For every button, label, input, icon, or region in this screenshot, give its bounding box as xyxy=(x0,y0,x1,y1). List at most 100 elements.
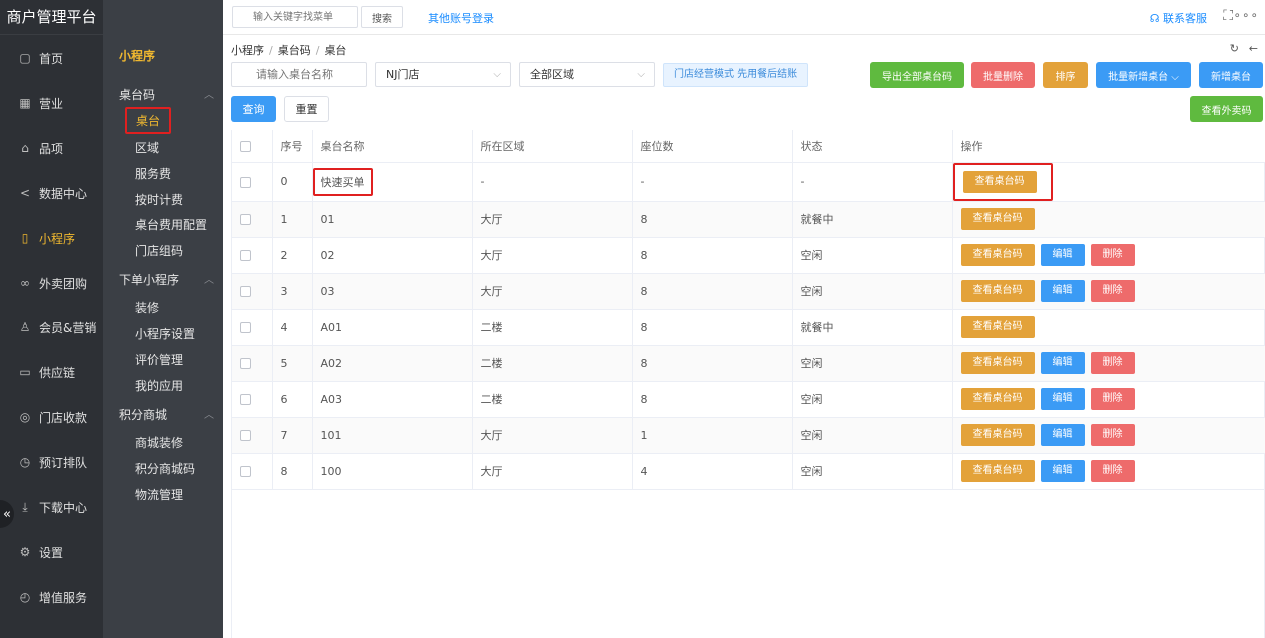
row-checkbox[interactable] xyxy=(232,345,273,382)
cell-seats: 4 xyxy=(632,453,793,490)
export-all-qr-button[interactable]: 导出全部桌台码 xyxy=(870,62,964,88)
edit-button[interactable]: 编辑 xyxy=(1040,460,1085,482)
table-name-input[interactable] xyxy=(231,62,367,87)
sub-nav-item[interactable]: 我的应用 xyxy=(135,377,183,394)
view-qr-button[interactable]: 查看桌台码 xyxy=(962,170,1037,193)
more-icon[interactable]: ∘∘∘ xyxy=(1233,8,1259,22)
sub-nav-item[interactable]: 小程序设置 xyxy=(135,325,195,342)
select-all-checkbox[interactable] xyxy=(232,130,273,163)
sub-nav-item[interactable]: 区域 xyxy=(135,139,159,156)
cell-area: 二楼 xyxy=(472,345,633,382)
query-button[interactable]: 查询 xyxy=(231,96,276,122)
sub-nav-item[interactable]: 服务费 xyxy=(135,165,171,182)
edit-button[interactable]: 编辑 xyxy=(1040,352,1085,374)
row-checkbox[interactable] xyxy=(232,417,273,454)
chevron-down-icon: ⌵ xyxy=(637,69,645,80)
nav-item[interactable]: ◎ 门店收款 xyxy=(0,402,103,432)
chevron-up-icon: ︿ xyxy=(204,410,214,421)
batch-delete-button[interactable]: 批量删除 xyxy=(971,62,1035,88)
reset-button[interactable]: 重置 xyxy=(284,96,329,122)
edit-button[interactable]: 编辑 xyxy=(1040,388,1085,410)
back-icon[interactable]: ← xyxy=(1249,42,1258,55)
nav-item-label: 设置 xyxy=(39,545,64,560)
store-select[interactable]: NJ门店 ⌵ xyxy=(375,62,511,87)
row-checkbox[interactable] xyxy=(232,453,273,490)
view-qr-button[interactable]: 查看桌台码 xyxy=(960,208,1035,230)
batch-add-table-button[interactable]: 批量新增桌台 ⌵ xyxy=(1096,62,1191,88)
contact-support-link[interactable]: ☊ 联系客服 xyxy=(1150,10,1207,26)
cell-no: 4 xyxy=(272,309,313,346)
chevron-down-icon: ⌵ xyxy=(1171,71,1179,83)
view-takeout-qr-button[interactable]: 查看外卖码 xyxy=(1190,96,1263,122)
row-checkbox[interactable] xyxy=(232,201,273,238)
view-qr-button[interactable]: 查看桌台码 xyxy=(960,352,1035,374)
delete-button[interactable]: 删除 xyxy=(1090,352,1135,374)
cell-area: 大厅 xyxy=(472,417,633,454)
cell-actions: 查看桌台码 编辑 删除 xyxy=(952,345,1265,382)
nav-item-label: 门店收款 xyxy=(39,410,88,425)
cell-seats: 8 xyxy=(632,309,793,346)
view-qr-button[interactable]: 查看桌台码 xyxy=(960,280,1035,302)
breadcrumb: 小程序 / 桌台码 / 桌台 xyxy=(231,44,347,57)
nav-item[interactable]: ∞ 外卖团购 xyxy=(0,268,103,298)
delete-button[interactable]: 删除 xyxy=(1090,460,1135,482)
cell-actions: 查看桌台码 编辑 删除 xyxy=(952,453,1265,490)
sub-nav-item[interactable]: 按时计费 xyxy=(135,191,183,208)
sub-nav-item[interactable]: 装修 xyxy=(135,299,159,316)
view-qr-button[interactable]: 查看桌台码 xyxy=(960,244,1035,266)
view-qr-button[interactable]: 查看桌台码 xyxy=(960,388,1035,410)
fullscreen-icon[interactable]: ⛶ xyxy=(1223,8,1233,24)
nav-item-label: 首页 xyxy=(39,51,64,66)
sub-nav-group-label: 下单小程序 xyxy=(119,273,180,287)
edit-button[interactable]: 编辑 xyxy=(1040,244,1085,266)
view-qr-button[interactable]: 查看桌台码 xyxy=(960,316,1035,338)
nav-item-label: 增值服务 xyxy=(39,590,88,605)
nav-item[interactable]: ⤓ 下载中心 xyxy=(0,492,103,522)
add-table-button[interactable]: 新增桌台 xyxy=(1199,62,1263,88)
row-checkbox[interactable] xyxy=(232,309,273,346)
nav-item[interactable]: ◷ 预订排队 xyxy=(0,447,103,477)
view-qr-button[interactable]: 查看桌台码 xyxy=(960,424,1035,446)
nav-item[interactable]: ▯ 小程序 xyxy=(0,223,103,253)
sub-nav-item[interactable]: 商城装修 xyxy=(135,434,183,451)
col-header-area: 所在区域 xyxy=(472,130,633,163)
sub-nav-group[interactable]: 桌台码 ︿ xyxy=(119,86,214,103)
row-checkbox[interactable] xyxy=(232,162,273,202)
nav-item[interactable]: ▦ 营业 xyxy=(0,88,103,118)
sub-nav-item[interactable]: 评价管理 xyxy=(135,351,183,368)
sort-button[interactable]: 排序 xyxy=(1043,62,1088,88)
sub-nav-item[interactable]: 物流管理 xyxy=(135,486,183,503)
nav-item[interactable]: ▢ 首页 xyxy=(0,43,103,73)
edit-button[interactable]: 编辑 xyxy=(1040,424,1085,446)
edit-button[interactable]: 编辑 xyxy=(1040,280,1085,302)
delete-button[interactable]: 删除 xyxy=(1090,280,1135,302)
nav-item[interactable]: ♙ 会员&营销 xyxy=(0,312,103,342)
sub-nav-item[interactable]: 桌台 xyxy=(125,107,172,134)
menu-search-input[interactable] xyxy=(232,6,358,28)
breadcrumb-item[interactable]: 小程序 xyxy=(231,44,264,57)
row-checkbox[interactable] xyxy=(232,273,273,310)
nav-item[interactable]: < 数据中心 xyxy=(0,178,103,208)
delete-button[interactable]: 删除 xyxy=(1090,424,1135,446)
cell-name: 101 xyxy=(312,417,473,454)
breadcrumb-item[interactable]: 桌台码 xyxy=(278,44,311,57)
view-qr-button[interactable]: 查看桌台码 xyxy=(960,460,1035,482)
nav-item[interactable]: ⚙ 设置 xyxy=(0,537,103,567)
sub-nav-item[interactable]: 积分商城码 xyxy=(135,460,195,477)
nav-item[interactable]: ◴ 增值服务 xyxy=(0,582,103,612)
other-account-login-link[interactable]: 其他账号登录 xyxy=(428,10,494,26)
nav-item[interactable]: ⌂ 品项 xyxy=(0,133,103,163)
delete-button[interactable]: 删除 xyxy=(1090,388,1135,410)
sub-nav-item[interactable]: 门店组码 xyxy=(135,242,183,259)
refresh-icon[interactable]: ↻ xyxy=(1230,42,1239,55)
row-checkbox[interactable] xyxy=(232,381,273,418)
row-checkbox[interactable] xyxy=(232,237,273,274)
sub-nav-item[interactable]: 桌台费用配置 xyxy=(135,216,207,233)
sub-nav-group[interactable]: 积分商城 ︿ xyxy=(119,406,214,423)
area-select[interactable]: 全部区域 ⌵ xyxy=(519,62,655,87)
store-mode-tag: 门店经营模式 先用餐后结账 xyxy=(663,63,809,87)
delete-button[interactable]: 删除 xyxy=(1090,244,1135,266)
nav-item[interactable]: ▭ 供应链 xyxy=(0,357,103,387)
sub-nav-group[interactable]: 下单小程序 ︿ xyxy=(119,271,214,288)
menu-search-button[interactable]: 搜索 xyxy=(361,6,403,28)
